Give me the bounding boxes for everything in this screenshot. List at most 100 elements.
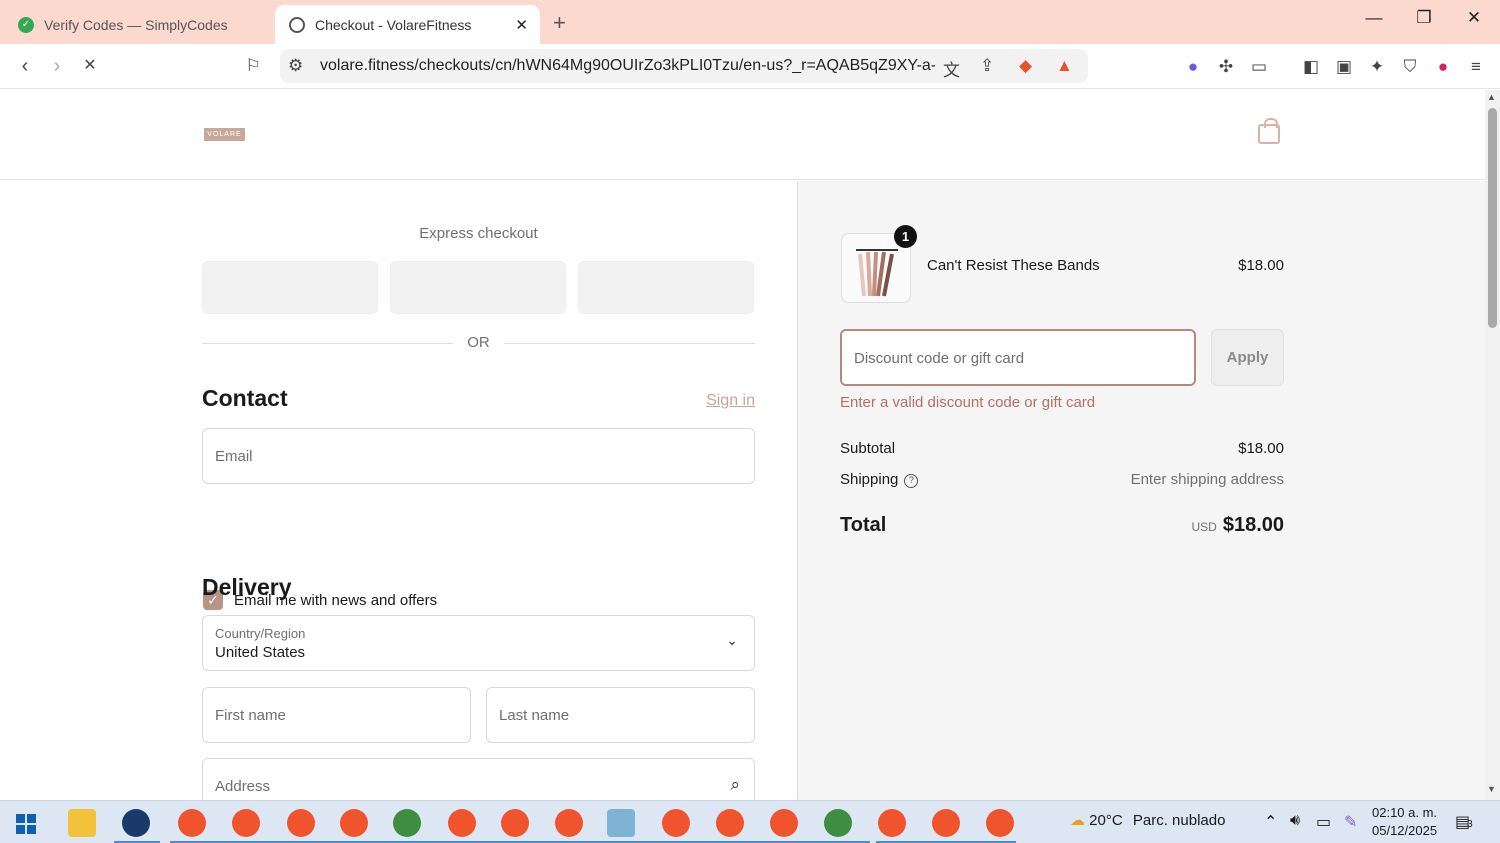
chrome-window-icon[interactable] bbox=[393, 809, 421, 837]
bookmark-icon[interactable]: ⚐ bbox=[240, 54, 266, 78]
brave-window-icon[interactable] bbox=[662, 809, 690, 837]
browser-toolbar: ‹ › ✕ ⚐ ⚙ volare.fitness/checkouts/cn/hW… bbox=[0, 44, 1500, 89]
chevron-up-icon[interactable]: ⌃ bbox=[1264, 812, 1277, 832]
shipping-row: Shipping? Enter shipping address bbox=[840, 471, 1284, 488]
leo-ai-icon[interactable]: ✦ bbox=[1366, 56, 1388, 78]
discount-code-input[interactable]: Discount code or gift card bbox=[840, 329, 1196, 386]
minimize-button[interactable]: — bbox=[1359, 8, 1389, 28]
new-tab-button[interactable]: + bbox=[553, 10, 566, 36]
tab-strip: ✓ Verify Codes — SimplyCodes Checkout - … bbox=[0, 0, 1500, 44]
tab-search-icon[interactable]: ▭ bbox=[1248, 56, 1270, 78]
subtotal-row: Subtotal $18.00 bbox=[840, 440, 1284, 457]
sidebar-toggle-icon[interactable]: ◧ bbox=[1300, 56, 1322, 78]
site-info-icon[interactable]: ⚙ bbox=[288, 56, 303, 76]
total-label: Total bbox=[840, 514, 887, 536]
weather-desc: Parc. nublado bbox=[1132, 812, 1226, 829]
stop-loading-button[interactable]: ✕ bbox=[77, 54, 103, 78]
help-icon[interactable]: ? bbox=[904, 474, 919, 488]
brave-window-icon[interactable] bbox=[287, 809, 315, 837]
sign-in-link[interactable]: Sign in bbox=[700, 392, 755, 410]
chevron-down-icon: ⌄ bbox=[726, 632, 738, 648]
volare-favicon-icon bbox=[289, 16, 305, 33]
tab-title: Verify Codes — SimplyCodes bbox=[44, 16, 228, 33]
subtotal-value: $18.00 bbox=[1238, 440, 1284, 457]
url-text[interactable]: volare.fitness/checkouts/cn/hWN64Mg90OUI… bbox=[320, 57, 935, 75]
brave-window-icon[interactable] bbox=[555, 809, 583, 837]
clock-date: 05/12/2025 bbox=[1372, 823, 1438, 838]
tab-simplycodes[interactable]: ✓ Verify Codes — SimplyCodes bbox=[4, 5, 270, 44]
country-select[interactable]: Country/Region United States ⌄ bbox=[202, 615, 755, 671]
brave-window-icon[interactable] bbox=[986, 809, 1014, 837]
scroll-up-icon[interactable]: ▲ bbox=[1487, 92, 1496, 102]
simplycodes-favicon-icon: ✓ bbox=[18, 16, 34, 33]
page-scrollbar[interactable]: ▲ ▼ bbox=[1485, 90, 1500, 800]
brave-shields-icon[interactable]: ◆ bbox=[1019, 56, 1032, 76]
pen-icon[interactable]: ✎ bbox=[1344, 812, 1357, 832]
scroll-thumb[interactable] bbox=[1488, 108, 1497, 328]
email-field[interactable]: Email bbox=[202, 428, 755, 484]
extension-icon[interactable]: ● bbox=[1182, 56, 1204, 78]
wallet-icon[interactable]: ▣ bbox=[1333, 56, 1355, 78]
quantity-badge: 1 bbox=[894, 225, 917, 248]
notifications-icon[interactable]: ▤3 bbox=[1455, 812, 1473, 832]
express-pay-button-3[interactable] bbox=[578, 261, 754, 314]
address-field[interactable]: Address ⌕ bbox=[202, 758, 755, 800]
volare-logo[interactable]: VOLARE bbox=[204, 128, 245, 141]
notes-app-icon[interactable] bbox=[607, 809, 635, 837]
express-pay-button-1[interactable] bbox=[202, 261, 378, 314]
brave-window-icon[interactable] bbox=[232, 809, 260, 837]
back-button[interactable]: ‹ bbox=[12, 54, 38, 78]
last-name-field[interactable]: Last name bbox=[486, 687, 755, 743]
delivery-heading: Delivery bbox=[202, 574, 292, 600]
weather-widget[interactable]: ☁ 20°C Parc. nublado bbox=[1070, 811, 1225, 829]
total-value: $18.00 bbox=[1222, 514, 1284, 536]
shopping-bag-icon[interactable] bbox=[1258, 118, 1280, 144]
brave-window-icon[interactable] bbox=[932, 809, 960, 837]
brave-window-icon[interactable] bbox=[878, 809, 906, 837]
site-header: VOLARE bbox=[0, 90, 1485, 180]
windows-taskbar: ☁ 20°C Parc. nublado ⌃ 🔊︎ ▭ ✎ 02:10 a. m… bbox=[0, 800, 1500, 843]
profile-icon[interactable]: ● bbox=[1432, 56, 1454, 78]
or-divider: OR bbox=[202, 334, 755, 354]
close-window-button[interactable]: ✕ bbox=[1459, 8, 1489, 28]
weather-icon: ☁ bbox=[1070, 812, 1085, 829]
product-price: $18.00 bbox=[1238, 257, 1284, 274]
address-bar[interactable]: ⚙ volare.fitness/checkouts/cn/hWN64Mg90O… bbox=[280, 49, 1088, 83]
shipping-value: Enter shipping address bbox=[1130, 471, 1284, 488]
scroll-down-icon[interactable]: ▼ bbox=[1487, 784, 1496, 794]
restore-button[interactable]: ❐ bbox=[1409, 8, 1439, 28]
product-name: Can't Resist These Bands bbox=[927, 257, 1100, 274]
brave-window-icon[interactable] bbox=[716, 809, 744, 837]
country-value: United States bbox=[215, 644, 306, 661]
order-summary: 1 Can't Resist These Bands $18.00 Discou… bbox=[797, 181, 1485, 800]
chrome-window-icon[interactable] bbox=[824, 809, 852, 837]
apply-button[interactable]: Apply bbox=[1211, 329, 1284, 386]
windows-start-icon[interactable] bbox=[16, 814, 36, 834]
translate-icon[interactable]: 文 bbox=[943, 56, 960, 81]
brave-window-icon[interactable] bbox=[340, 809, 368, 837]
volume-icon[interactable]: 🔊︎ bbox=[1290, 812, 1300, 830]
network-icon[interactable]: ▭ bbox=[1316, 812, 1331, 832]
brave-window-icon[interactable] bbox=[178, 809, 206, 837]
tab-checkout[interactable]: Checkout - VolareFitness ✕ bbox=[275, 5, 540, 44]
app-w-icon[interactable] bbox=[122, 809, 150, 837]
vpn-icon[interactable]: ⛉ bbox=[1399, 56, 1421, 78]
brave-window-icon[interactable] bbox=[448, 809, 476, 837]
express-pay-button-2[interactable] bbox=[390, 261, 566, 314]
file-explorer-icon[interactable] bbox=[68, 809, 96, 837]
search-icon: ⌕ bbox=[730, 775, 740, 794]
subtotal-label: Subtotal bbox=[840, 440, 896, 457]
menu-icon[interactable]: ≡ bbox=[1465, 56, 1487, 78]
first-name-field[interactable]: First name bbox=[202, 687, 471, 743]
brave-window-icon[interactable] bbox=[501, 809, 529, 837]
extensions-puzzle-icon[interactable]: ✣ bbox=[1215, 56, 1237, 78]
email-placeholder: Email bbox=[215, 448, 253, 465]
system-clock[interactable]: 02:10 a. m. 05/12/2025 bbox=[1372, 804, 1437, 840]
checkout-form: Express checkout OR Contact Sign in Emai… bbox=[0, 181, 797, 800]
share-icon[interactable]: ⇪ bbox=[980, 56, 994, 76]
forward-button[interactable]: › bbox=[44, 54, 70, 78]
close-tab-icon[interactable]: ✕ bbox=[515, 16, 528, 34]
brave-rewards-icon[interactable]: ▲ bbox=[1056, 56, 1073, 76]
contact-heading: Contact bbox=[202, 385, 288, 411]
brave-window-icon[interactable] bbox=[770, 809, 798, 837]
